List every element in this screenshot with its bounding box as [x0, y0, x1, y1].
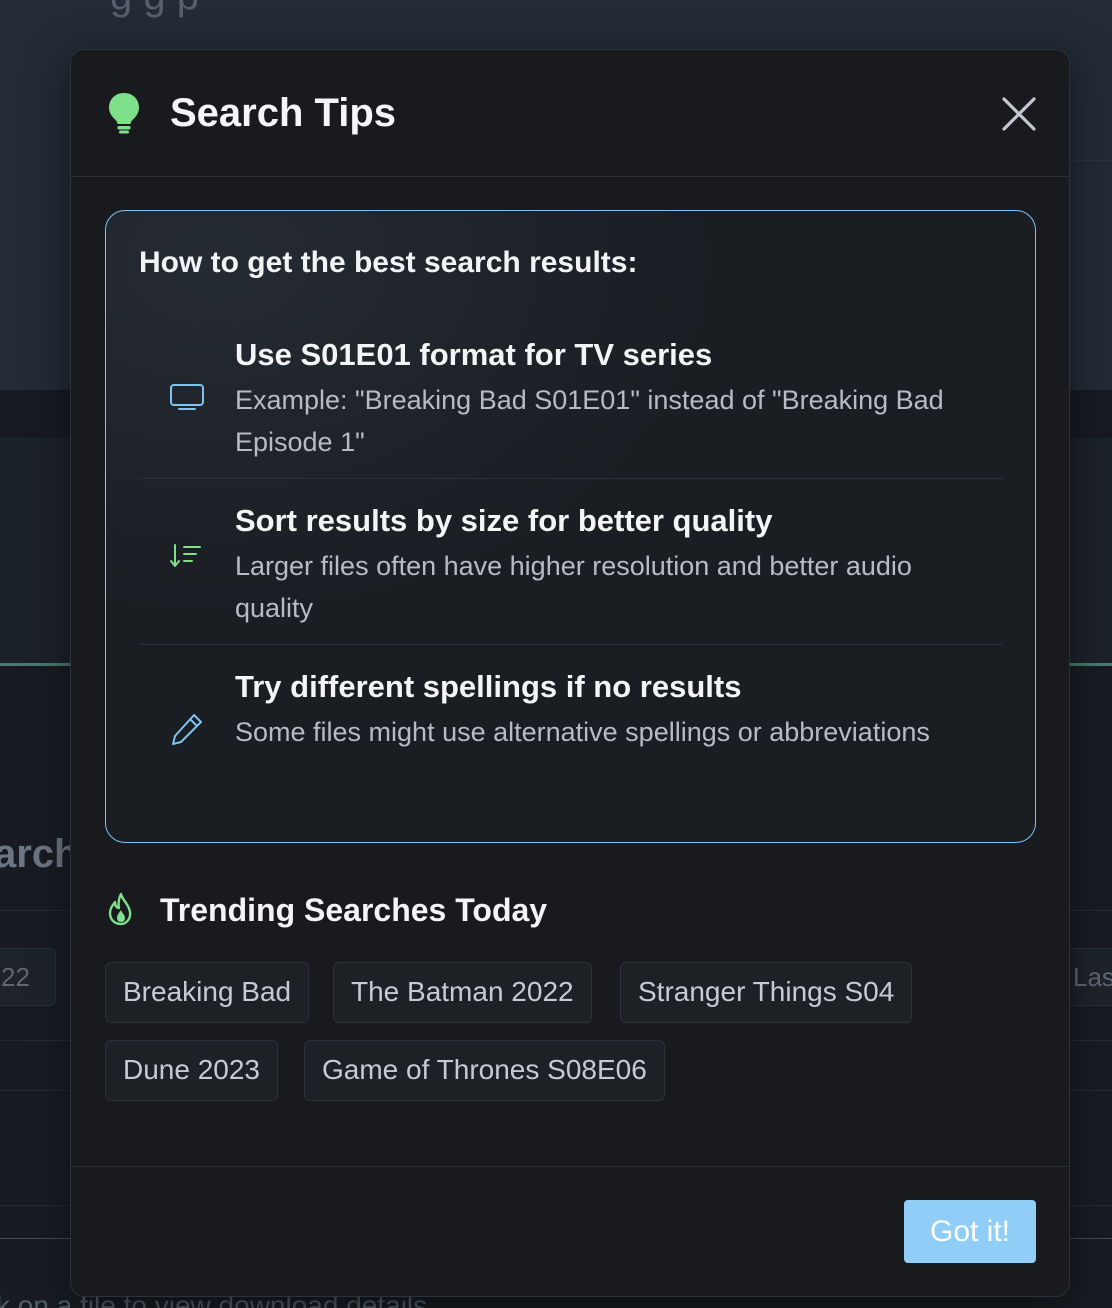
background-chip: 22: [0, 948, 56, 1006]
tip-item: Use S01E01 format for TV series Example:…: [139, 335, 1003, 479]
lightbulb-icon: [107, 92, 141, 134]
tip-divider: [139, 644, 1003, 645]
modal-title: Search Tips: [170, 91, 397, 135]
trending-chip[interactable]: The Batman 2022: [333, 962, 592, 1023]
got-it-button[interactable]: Got it!: [904, 1200, 1036, 1263]
pencil-icon: [169, 711, 205, 747]
tips-panel: How to get the best search results: Use …: [105, 210, 1036, 843]
tip-item: Sort results by size for better quality …: [139, 501, 1003, 645]
trending-chip[interactable]: Stranger Things S04: [620, 962, 913, 1023]
tip-title: Sort results by size for better quality: [235, 503, 773, 538]
modal-footer-divider: [71, 1166, 1069, 1167]
tip-divider: [139, 478, 1003, 479]
tip-title: Use S01E01 format for TV series: [235, 337, 713, 372]
search-tips-modal: Search Tips How to get the best search r…: [70, 49, 1070, 1297]
background-section-title: arch: [0, 832, 79, 876]
trending-title: Trending Searches Today: [160, 892, 548, 928]
trending-chip[interactable]: Game of Thrones S08E06: [304, 1040, 665, 1101]
tip-description: Larger files often have higher resolutio…: [235, 551, 912, 623]
fire-icon: [107, 892, 135, 926]
background-chip: Las: [1066, 948, 1112, 1006]
close-button[interactable]: [999, 94, 1039, 134]
close-icon: [999, 97, 1039, 138]
sort-descending-icon: [169, 539, 205, 575]
tip-description: Some files might use alternative spellin…: [235, 717, 930, 747]
tv-icon: [169, 379, 205, 415]
tip-title: Try different spellings if no results: [235, 669, 742, 704]
modal-header: Search Tips: [71, 50, 1069, 177]
tips-heading: How to get the best search results:: [139, 246, 638, 279]
background-heading: g g p: [110, 0, 199, 19]
tip-item: Try different spellings if no results So…: [139, 667, 1003, 811]
background-divider: [1070, 160, 1112, 161]
tip-description: Example: "Breaking Bad S01E01" instead o…: [235, 385, 944, 457]
trending-chip[interactable]: Dune 2023: [105, 1040, 279, 1101]
trending-chip[interactable]: Breaking Bad: [105, 962, 310, 1023]
